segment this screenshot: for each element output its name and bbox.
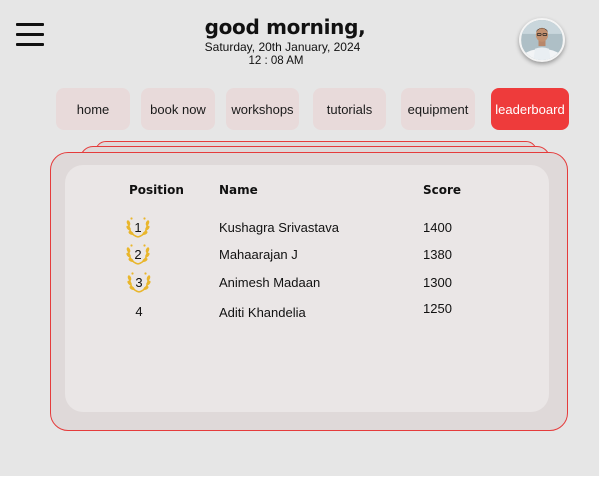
player-name: Aditi Khandelia [219,305,306,320]
position-cell: 4 [126,298,152,324]
nav-workshops-button[interactable]: workshops [226,88,299,130]
column-header-position: Position [129,183,184,197]
player-name: Mahaarajan J [219,247,298,262]
nav-tutorials-button[interactable]: tutorials [313,88,386,130]
time-text: 12 : 08 AM [248,55,304,67]
user-avatar[interactable] [519,18,565,62]
column-header-name: Name [219,183,258,197]
position-cell: 3 [126,269,152,295]
position-number: 4 [135,303,143,319]
nav-book-now-button[interactable]: book now [141,88,215,130]
column-header-score: Score [423,183,462,197]
player-name: Kushagra Srivastava [219,220,339,235]
player-score: 1250 [423,301,452,316]
nav-equipment-button[interactable]: equipment [401,88,475,130]
greeting-title: good morning, [204,15,366,39]
position-number: 3 [135,274,143,290]
player-score: 1300 [423,275,452,290]
player-name: Animesh Madaan [219,275,321,290]
nav-home-button[interactable]: home [56,88,130,130]
position-cell: 2 [125,241,151,267]
position-cell: 1 [125,214,151,240]
app-screen: good morning, Saturday, 20th January, 20… [0,0,600,477]
nav-leaderboard-button[interactable]: leaderboard [491,88,569,130]
player-score: 1380 [423,247,452,262]
avatar-photo [522,20,562,60]
position-number: 2 [134,246,142,262]
position-number: 1 [134,219,142,235]
date-text: Saturday, 20th January, 2024 [204,40,361,54]
player-score: 1400 [423,220,452,235]
